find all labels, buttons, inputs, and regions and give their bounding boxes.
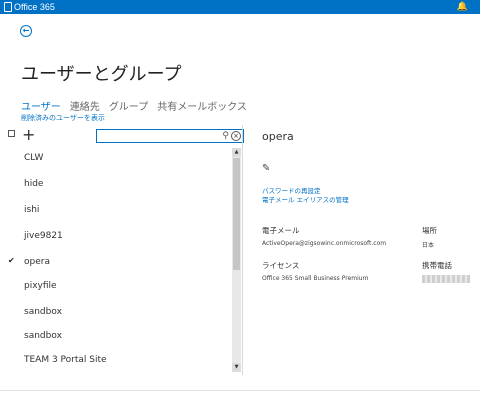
location-label: 場所 — [422, 226, 437, 235]
user-name[interactable]: hide — [24, 179, 43, 189]
show-deleted-users-link[interactable]: 削除済みのユーザーを表示 — [21, 113, 105, 123]
scroll-up-icon[interactable]: ▲ — [232, 148, 241, 157]
bell-icon[interactable]: 🔔 — [457, 1, 468, 13]
detail-user-name: opera — [262, 130, 294, 143]
select-all-checkbox[interactable] — [8, 130, 15, 137]
user-name[interactable]: TEAM 3 Portal Site — [24, 355, 107, 365]
clear-icon[interactable]: × — [231, 131, 241, 141]
page-title: ユーザーとグループ — [21, 64, 182, 85]
location-value: 日本 — [422, 242, 435, 249]
redacted-mobile-value — [422, 275, 470, 283]
list-item[interactable]: hide — [0, 176, 232, 194]
list-item[interactable]: jive9821 — [0, 228, 232, 246]
tab-groups[interactable]: グループ — [109, 98, 148, 113]
user-name[interactable]: jive9821 — [24, 231, 63, 241]
license-value: Office 365 Small Business Premium — [262, 275, 369, 282]
top-bar: Office 365 🔔 — [0, 0, 480, 14]
mobile-label: 携帯電話 — [422, 261, 452, 270]
list-scrollbar[interactable]: ▲ ▼ — [232, 148, 241, 372]
email-label: 電子メール — [262, 226, 300, 235]
tab-bar: ユーザー 連絡先 グループ 共有メールボックス — [21, 98, 247, 113]
user-name[interactable]: pixyfile — [24, 281, 57, 291]
list-item[interactable]: TEAM 3 Portal Site — [0, 352, 232, 370]
bottom-border — [0, 390, 480, 391]
search-input[interactable]: ⚲ × — [96, 129, 244, 143]
search-icon[interactable]: ⚲ — [222, 130, 229, 142]
user-name[interactable]: sandbox — [24, 331, 62, 341]
list-toolbar: + ⚲ × — [18, 125, 244, 147]
list-item[interactable]: sandbox — [0, 328, 232, 346]
list-item-selected[interactable]: ✔ opera — [0, 254, 232, 272]
list-item[interactable]: sandbox — [0, 304, 232, 322]
pane-divider — [242, 125, 243, 375]
user-name[interactable]: sandbox — [24, 307, 62, 317]
back-arrow-icon[interactable]: ← — [20, 25, 32, 37]
checkmark-icon[interactable]: ✔ — [8, 256, 15, 265]
pencil-icon[interactable]: ✎ — [262, 163, 270, 174]
user-name[interactable]: CLW — [24, 153, 43, 163]
list-item[interactable]: CLW — [0, 150, 232, 168]
user-list: CLW hide ishi jive9821 ✔ opera pixyfile … — [0, 148, 232, 372]
tab-users[interactable]: ユーザー — [21, 98, 61, 113]
scroll-thumb[interactable] — [233, 158, 240, 270]
manage-email-alias-link[interactable]: 電子メール エイリアスの管理 — [262, 194, 349, 204]
app-brand[interactable]: Office 365 — [14, 1, 55, 13]
plus-icon[interactable]: + — [22, 126, 35, 144]
list-item[interactable]: ishi — [0, 202, 232, 220]
user-name[interactable]: ishi — [24, 205, 39, 215]
tab-contacts[interactable]: 連絡先 — [70, 98, 100, 113]
office-logo-icon[interactable] — [4, 2, 12, 12]
scroll-down-icon[interactable]: ▼ — [232, 363, 241, 372]
license-label: ライセンス — [262, 261, 300, 270]
user-name[interactable]: opera — [24, 257, 50, 267]
email-value: ActiveOpera@zigsowinc.onmicrosoft.com — [262, 240, 387, 247]
tab-shared-mailboxes[interactable]: 共有メールボックス — [157, 98, 247, 113]
list-item[interactable]: pixyfile — [0, 278, 232, 296]
